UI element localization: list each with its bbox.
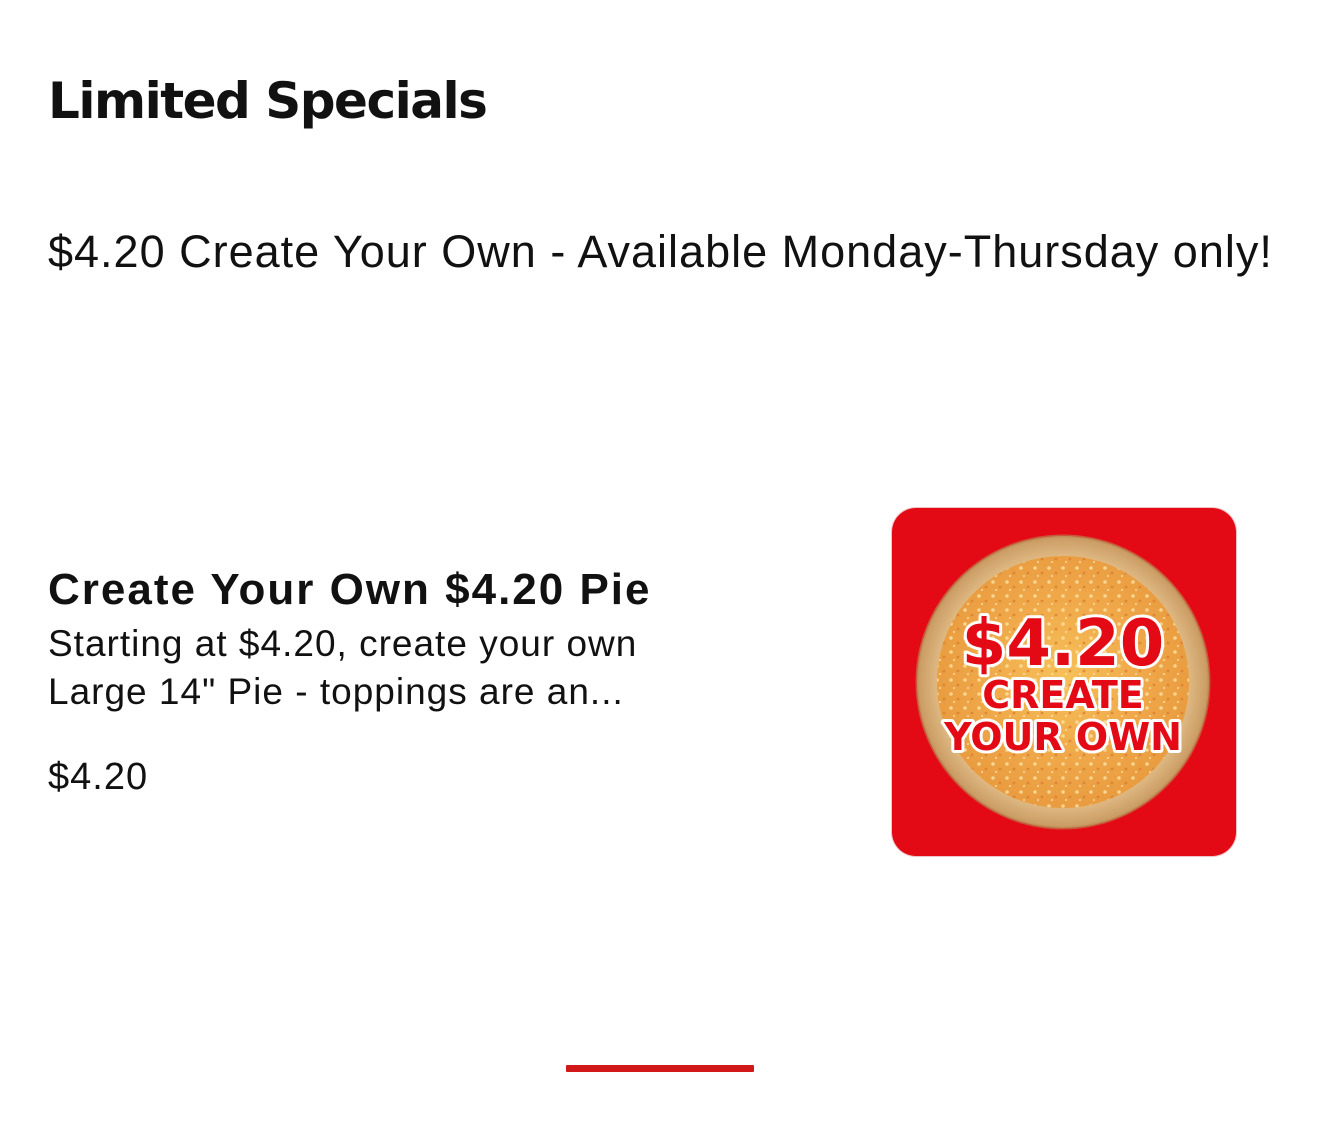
menu-item-price: $4.20 [48,756,149,798]
section-title: Limited Specials [48,72,488,130]
section-description: $4.20 Create Your Own - Available Monday… [48,226,1273,277]
menu-item-card[interactable]: Create Your Own $4.20 Pie Starting at $4… [48,508,1236,856]
menu-item-image[interactable]: $4.20 CREATE YOUR OWN [892,508,1236,856]
pizza-image: $4.20 CREATE YOUR OWN [915,534,1211,830]
page-indicator [566,1065,754,1072]
menu-item-title[interactable]: Create Your Own $4.20 Pie [48,562,652,618]
menu-item-description: Starting at $4.20, create your own Large… [48,623,638,712]
svg-text:$4.20: $4.20 [962,607,1164,681]
svg-text:YOUR OWN: YOUR OWN [943,715,1182,759]
svg-text:CREATE: CREATE [982,673,1143,717]
